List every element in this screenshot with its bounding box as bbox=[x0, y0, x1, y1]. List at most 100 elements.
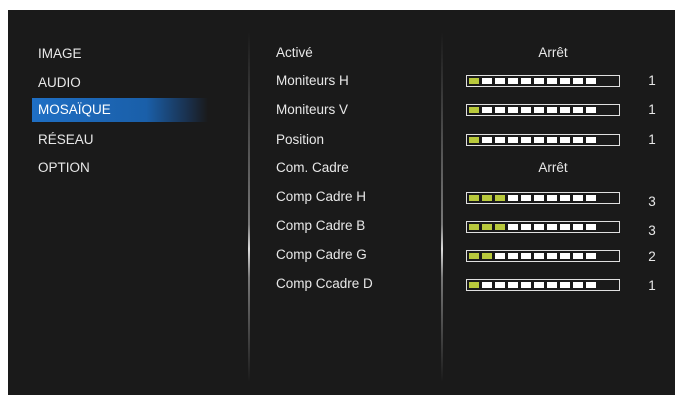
slider-segment-on bbox=[469, 224, 479, 230]
slider-segment-off bbox=[560, 224, 570, 230]
slider-segment-on bbox=[469, 282, 479, 288]
slider-segment-on bbox=[469, 137, 479, 143]
slider-segment-off bbox=[573, 137, 583, 143]
slider-segment-off bbox=[573, 224, 583, 230]
menu-item-label: IMAGE bbox=[38, 46, 82, 61]
slider-segment-off bbox=[534, 195, 544, 201]
slider-segment-on bbox=[495, 195, 505, 201]
slider-segment-off bbox=[560, 195, 570, 201]
slider-segment-off bbox=[508, 282, 518, 288]
slider-segment-off bbox=[586, 282, 596, 288]
slider-segment-off bbox=[547, 78, 557, 84]
slider-segment-off bbox=[534, 253, 544, 259]
slider-position[interactable] bbox=[466, 134, 620, 146]
slider-segment-off bbox=[508, 107, 518, 113]
slider-frame-comp-g[interactable] bbox=[466, 250, 620, 262]
column-divider-left bbox=[248, 32, 250, 382]
slider-segment-off bbox=[573, 107, 583, 113]
slider-segment-off bbox=[560, 253, 570, 259]
slider-segment-off bbox=[508, 78, 518, 84]
slider-segment-off bbox=[495, 107, 505, 113]
slider-segment-off bbox=[586, 137, 596, 143]
setting-label-frame-comp-d[interactable]: Comp Ccadre D bbox=[276, 274, 373, 294]
slider-segment-off bbox=[534, 224, 544, 230]
menu-item-label: AUDIO bbox=[38, 75, 81, 90]
menu-item-label: OPTION bbox=[38, 160, 90, 175]
slider-segment-off bbox=[573, 195, 583, 201]
slider-segment-off bbox=[521, 195, 531, 201]
slider-segment-off bbox=[495, 78, 505, 84]
slider-segment-off bbox=[521, 282, 531, 288]
slider-segment-off bbox=[547, 253, 557, 259]
slider-segment-off bbox=[521, 224, 531, 230]
setting-label-active[interactable]: Activé bbox=[276, 43, 313, 63]
slider-segment-on bbox=[469, 253, 479, 259]
slider-segment-on bbox=[469, 195, 479, 201]
value-frame-comp-h: 3 bbox=[648, 194, 656, 209]
value-frame-comp-b: 3 bbox=[648, 223, 656, 238]
slider-segment-off bbox=[560, 137, 570, 143]
slider-segment-off bbox=[521, 137, 531, 143]
slider-segment-off bbox=[508, 224, 518, 230]
slider-segment-off bbox=[495, 282, 505, 288]
value-frame-comp-d: 1 bbox=[648, 278, 656, 293]
slider-frame-comp-h[interactable] bbox=[466, 192, 620, 204]
slider-segment-off bbox=[573, 282, 583, 288]
setting-label-monitors-h[interactable]: Moniteurs H bbox=[276, 71, 349, 91]
slider-frame-comp-b[interactable] bbox=[466, 221, 620, 233]
slider-segment-off bbox=[534, 282, 544, 288]
slider-segment-off bbox=[560, 78, 570, 84]
slider-segment-off bbox=[482, 282, 492, 288]
column-divider-right bbox=[441, 32, 443, 382]
slider-segment-on bbox=[495, 224, 505, 230]
value-position: 1 bbox=[648, 132, 656, 147]
slider-segment-off bbox=[547, 282, 557, 288]
slider-segment-off bbox=[482, 107, 492, 113]
slider-segment-off bbox=[495, 253, 505, 259]
slider-segment-off bbox=[586, 224, 596, 230]
slider-segment-off bbox=[508, 137, 518, 143]
menu-item-label: RÉSEAU bbox=[38, 132, 94, 147]
slider-segment-off bbox=[547, 224, 557, 230]
menu-item-label: MOSAÏQUE bbox=[38, 102, 111, 117]
slider-segment-off bbox=[521, 253, 531, 259]
setting-label-frame-comp[interactable]: Com. Cadre bbox=[276, 158, 349, 178]
slider-monitors-h[interactable] bbox=[466, 75, 620, 87]
slider-segment-on bbox=[482, 253, 492, 259]
slider-segment-off bbox=[560, 282, 570, 288]
slider-frame-comp-d[interactable] bbox=[466, 279, 620, 291]
slider-segment-off bbox=[586, 195, 596, 201]
setting-value-active[interactable]: Arrêt bbox=[468, 43, 638, 63]
slider-segment-off bbox=[573, 78, 583, 84]
menu-item-mosaique[interactable]: MOSAÏQUE bbox=[32, 98, 208, 122]
setting-label-position[interactable]: Position bbox=[276, 130, 324, 150]
setting-label-frame-comp-g[interactable]: Comp Cadre G bbox=[276, 245, 367, 265]
slider-segment-off bbox=[547, 137, 557, 143]
menu-item-image[interactable]: IMAGE bbox=[32, 42, 208, 66]
menu-item-option[interactable]: OPTION bbox=[32, 156, 208, 180]
setting-value-frame-comp[interactable]: Arrêt bbox=[468, 158, 638, 178]
slider-segment-off bbox=[586, 78, 596, 84]
slider-segment-off bbox=[534, 78, 544, 84]
value-monitors-v: 1 bbox=[648, 102, 656, 117]
slider-segment-off bbox=[521, 78, 531, 84]
menu-item-reseau[interactable]: RÉSEAU bbox=[32, 128, 208, 152]
menu-item-audio[interactable]: AUDIO bbox=[32, 71, 208, 95]
slider-segment-off bbox=[586, 253, 596, 259]
slider-segment-off bbox=[573, 253, 583, 259]
slider-segment-on bbox=[469, 107, 479, 113]
slider-segment-off bbox=[482, 78, 492, 84]
slider-segment-off bbox=[586, 107, 596, 113]
osd-menu-screen: IMAGE AUDIO MOSAÏQUE RÉSEAU OPTION Activ… bbox=[8, 10, 675, 395]
setting-label-monitors-v[interactable]: Moniteurs V bbox=[276, 100, 348, 120]
slider-segment-off bbox=[560, 107, 570, 113]
setting-label-frame-comp-b[interactable]: Comp Cadre B bbox=[276, 216, 365, 236]
slider-segment-off bbox=[534, 107, 544, 113]
value-frame-comp-g: 2 bbox=[648, 249, 656, 264]
slider-segment-on bbox=[482, 224, 492, 230]
setting-label-frame-comp-h[interactable]: Comp Cadre H bbox=[276, 187, 366, 207]
value-monitors-h: 1 bbox=[648, 73, 656, 88]
slider-monitors-v[interactable] bbox=[466, 104, 620, 116]
slider-segment-off bbox=[508, 253, 518, 259]
slider-segment-off bbox=[495, 137, 505, 143]
